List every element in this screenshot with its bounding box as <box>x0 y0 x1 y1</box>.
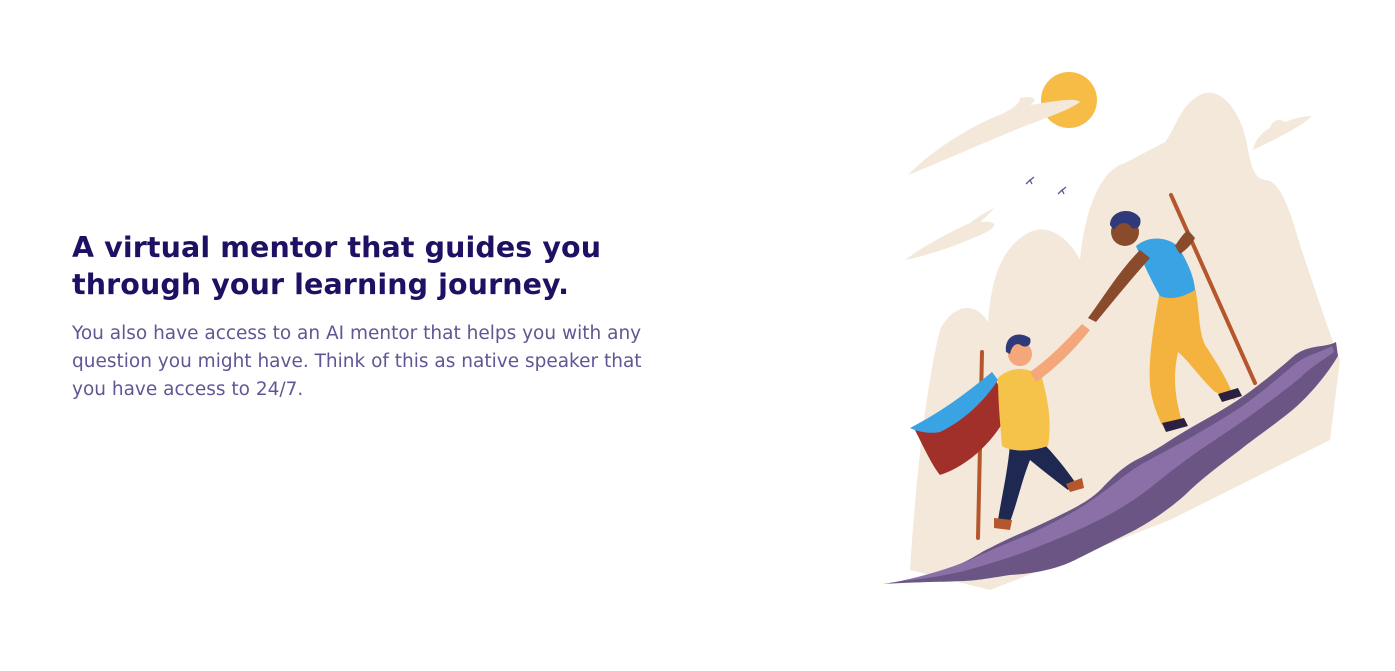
feature-heading: A virtual mentor that guides you through… <box>72 231 602 301</box>
child-hiker-shoe <box>994 518 1012 530</box>
feature-description: You also have access to an AI mentor tha… <box>72 323 642 400</box>
cloud-icon <box>1253 116 1312 150</box>
hikers-mountain-illustration <box>882 72 1340 591</box>
hikers-illustration <box>870 60 1350 600</box>
feature-text-section: A virtual mentor that guides you through… <box>72 229 652 404</box>
cloud-icon <box>908 97 1080 175</box>
child-hiker-torso <box>998 369 1050 451</box>
bird-icon <box>1057 186 1067 195</box>
cloud-icon <box>905 208 995 260</box>
bird-icon <box>1025 176 1035 185</box>
